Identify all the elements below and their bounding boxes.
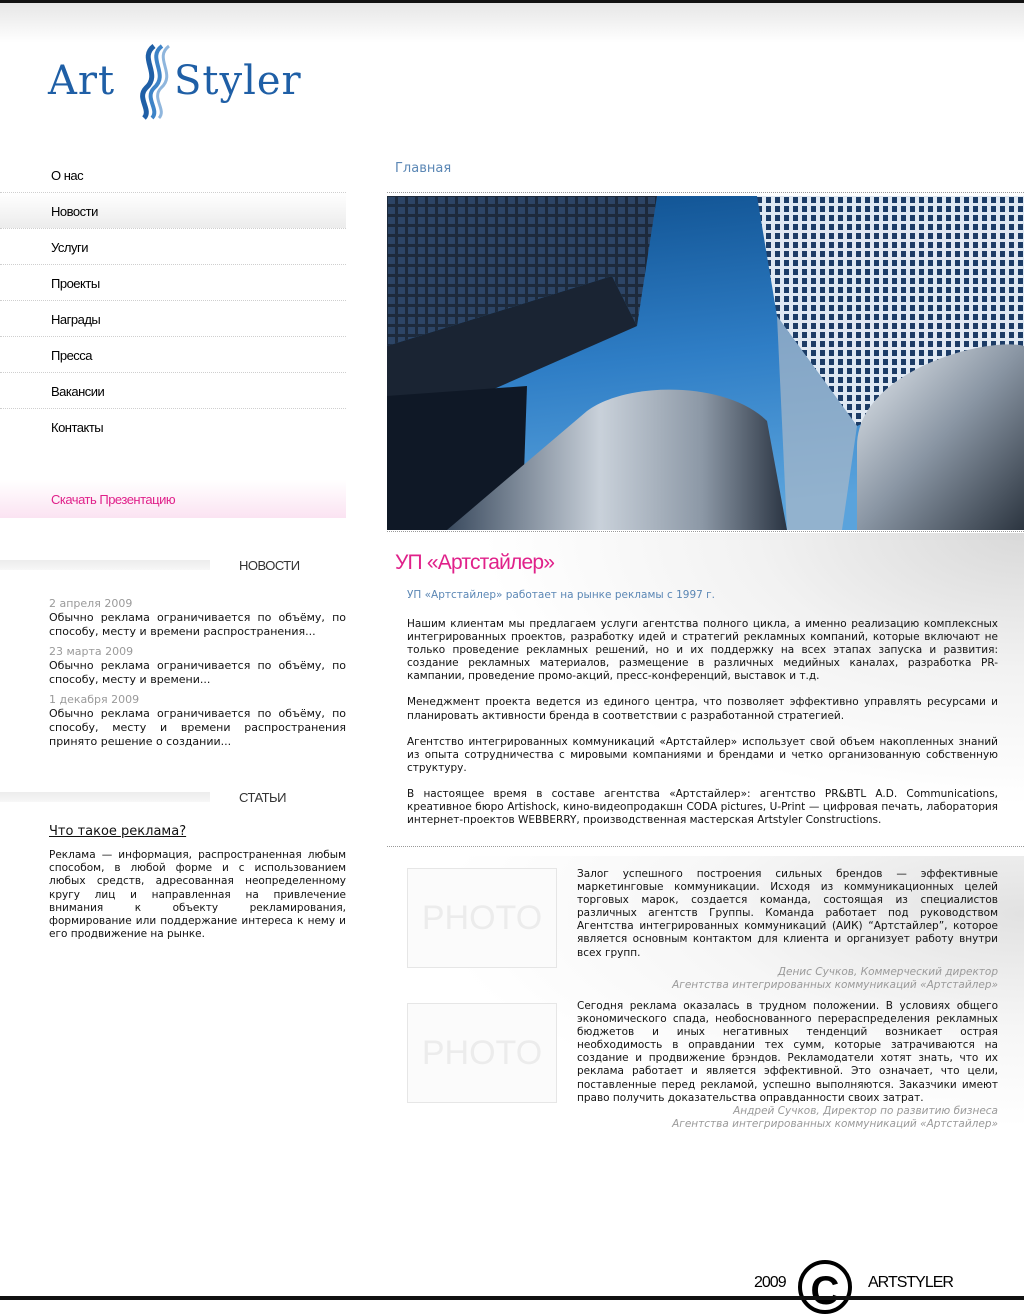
footer: 2009 C ARTSTYLER xyxy=(740,1256,1020,1314)
photo-placeholder: PHOTO xyxy=(407,1003,557,1103)
header-bar xyxy=(0,792,210,802)
divider xyxy=(387,192,1024,193)
skyscrapers-image xyxy=(387,196,1024,530)
articles-section-title: СТАТЬИ xyxy=(239,790,286,805)
quote-company: Агентства интегрированных коммуникаций «… xyxy=(672,978,998,991)
news-list: 2 апреля 2009 Обычно реклама ограничивае… xyxy=(49,597,346,755)
nav-item-about[interactable]: О нас xyxy=(0,157,346,193)
article-text: Реклама — информация, распространенная л… xyxy=(49,849,346,941)
divider xyxy=(387,531,1024,532)
news-text: Обычно реклама ограничивается по объёму,… xyxy=(49,707,346,748)
header-bar xyxy=(0,560,210,570)
nav-item-contacts[interactable]: Контакты xyxy=(0,409,346,444)
quote-text-block: Сегодня реклама оказалась в трудном поло… xyxy=(577,1000,998,1131)
quote-author: Денис Сучков, Коммерческий директор xyxy=(777,965,998,978)
photo-placeholder: PHOTO xyxy=(407,868,557,968)
news-item[interactable]: 1 декабря 2009 Обычно реклама ограничива… xyxy=(49,693,346,749)
nav-item-vacancies[interactable]: Вакансии xyxy=(0,373,346,409)
wave-logo-icon xyxy=(140,44,171,120)
nav-item-label: Пресса xyxy=(51,348,93,363)
main-text: Нашим клиентам мы предлагаем услуги аген… xyxy=(407,618,998,840)
paragraph: Агентство интегрированных коммуникаций «… xyxy=(407,735,998,774)
paragraph: Нашим клиентам мы предлагаем услуги аген… xyxy=(407,618,998,683)
nav-item-press[interactable]: Пресса xyxy=(0,337,346,373)
news-date: 1 декабря 2009 xyxy=(49,693,140,706)
footer-year: 2009 xyxy=(754,1274,787,1291)
nav-item-services[interactable]: Услуги xyxy=(0,229,346,265)
quote-author: Андрей Сучков, Директор по развитию бизн… xyxy=(733,1104,998,1117)
news-text: Обычно реклама ограничивается по объёму,… xyxy=(49,659,346,686)
page-subtitle: УП «Артстайлер» работает на рынке реклам… xyxy=(407,589,716,601)
logo-text-right: Styler xyxy=(174,58,302,104)
top-shade xyxy=(0,0,1024,43)
news-date: 23 марта 2009 xyxy=(49,645,134,658)
logo-text-left: Art xyxy=(48,58,116,104)
nav-item-projects[interactable]: Проекты xyxy=(0,265,346,301)
paragraph: В настоящее время в составе агентства «А… xyxy=(407,787,998,827)
nav-item-label: Проекты xyxy=(51,276,100,291)
main-nav: О нас Новости Услуги Проекты Награды Пре… xyxy=(0,157,346,444)
download-presentation-link[interactable]: Скачать Презентацию xyxy=(0,480,346,518)
news-section-title: НОВОСТИ xyxy=(239,558,300,573)
article-title-link[interactable]: Что такое реклама? xyxy=(49,824,346,839)
site-logo[interactable]: Art Styler xyxy=(48,44,308,124)
nav-item-news[interactable]: Новости xyxy=(0,193,346,229)
nav-item-label: Новости xyxy=(51,204,98,219)
nav-item-label: Контакты xyxy=(51,420,104,435)
footer-company-name: ARTSTYLER xyxy=(868,1274,954,1291)
news-date: 2 апреля 2009 xyxy=(49,597,133,610)
news-section-header: НОВОСТИ xyxy=(0,556,346,576)
quote-text-block: Залог успешного построения сильных бренд… xyxy=(577,868,998,992)
divider xyxy=(387,846,1024,847)
article-item: Что такое реклама? Реклама — информация,… xyxy=(49,824,346,941)
breadcrumb[interactable]: Главная xyxy=(395,161,451,176)
quote-company: Агентства интегрированных коммуникаций «… xyxy=(672,1117,998,1130)
copyright-icon: C xyxy=(798,1260,852,1314)
download-presentation-label: Скачать Презентацию xyxy=(51,492,176,507)
nav-item-label: Награды xyxy=(51,312,101,327)
articles-section-header: СТАТЬИ xyxy=(0,788,346,808)
news-item[interactable]: 2 апреля 2009 Обычно реклама ограничивае… xyxy=(49,597,346,639)
nav-item-label: Услуги xyxy=(51,240,88,255)
bottom-bar xyxy=(0,1296,1024,1300)
nav-item-label: О нас xyxy=(51,168,84,183)
nav-item-label: Вакансии xyxy=(51,384,105,399)
paragraph: Менеджмент проекта ведется из единого це… xyxy=(407,696,998,722)
page-title: УП «Артстайлер» xyxy=(395,551,555,574)
quote-text: Залог успешного построения сильных бренд… xyxy=(577,868,998,959)
quote-text: Сегодня реклама оказалась в трудном поло… xyxy=(577,1000,998,1104)
news-item[interactable]: 23 марта 2009 Обычно реклама ограничивае… xyxy=(49,645,346,687)
news-text: Обычно реклама ограничивается по объёму,… xyxy=(49,611,346,638)
nav-item-awards[interactable]: Награды xyxy=(0,301,346,337)
hero-image xyxy=(387,196,1024,530)
